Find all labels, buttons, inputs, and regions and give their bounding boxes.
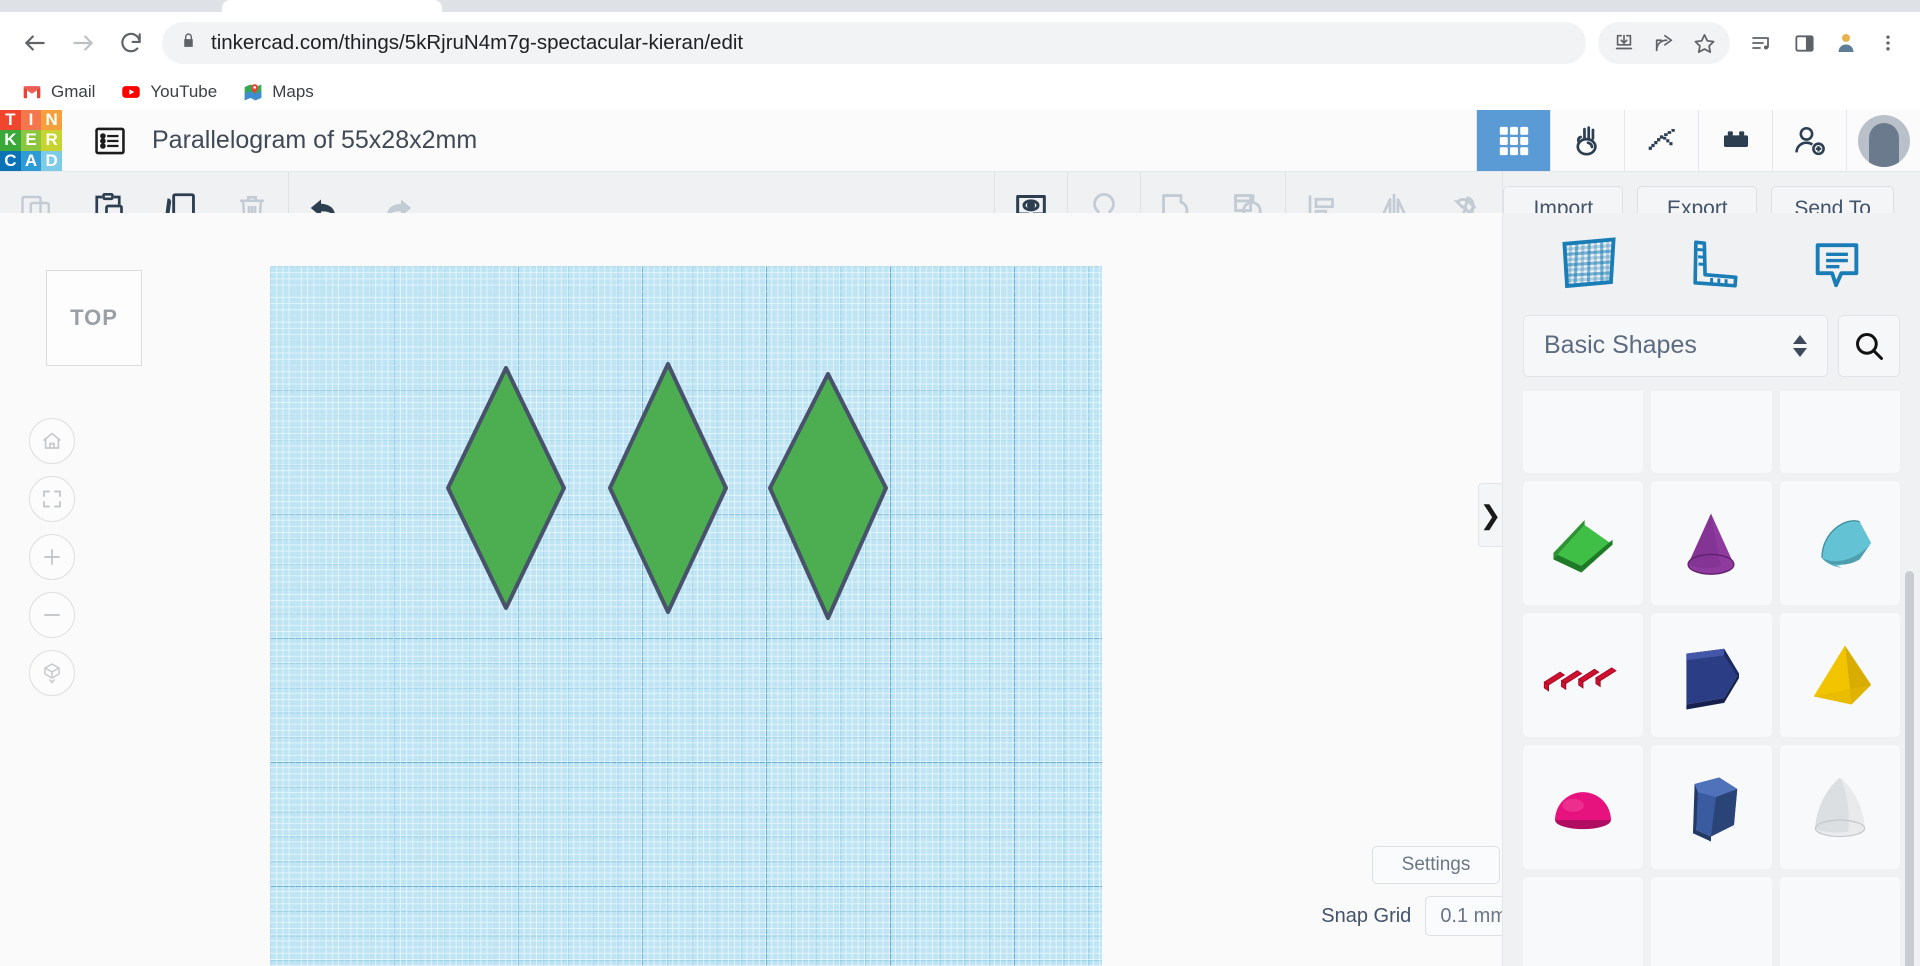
shapes-layer — [270, 266, 1102, 966]
shape-category-value: Basic Shapes — [1544, 331, 1697, 360]
logo-tile-d: D — [41, 151, 62, 172]
shape-tile-hexagonal-prism[interactable] — [1651, 745, 1771, 869]
media-list-icon[interactable] — [1744, 25, 1780, 61]
workplane[interactable]: Workplane — [270, 266, 1102, 966]
logo-tile-k: K — [0, 130, 21, 151]
reload-icon[interactable] — [110, 22, 152, 64]
view-cube-label: TOP — [70, 305, 118, 331]
shape-tile-pyramid[interactable] — [1780, 613, 1900, 737]
note-bubble-icon[interactable] — [1808, 235, 1866, 293]
wedge-icon — [1542, 502, 1624, 584]
logo-tile-a: A — [21, 151, 42, 172]
shape-tile-half-sphere[interactable] — [1523, 745, 1643, 869]
shape-tile[interactable] — [1523, 877, 1643, 966]
parallelogram-3[interactable] — [770, 374, 886, 618]
side-panel-icon[interactable] — [1786, 25, 1822, 61]
paraboloid-icon — [1799, 766, 1881, 848]
cube-flat-icon[interactable] — [29, 650, 75, 696]
shape-library-grid — [1523, 391, 1900, 966]
snap-grid-label: Snap Grid — [1321, 905, 1411, 928]
browser-toolbar: tinkercad.com/things/5kRjruN4m7g-spectac… — [0, 12, 1920, 74]
ruler-icon[interactable] — [1685, 235, 1743, 293]
text-shape-icon — [1540, 645, 1626, 705]
page-title: Parallelogram of 55x28x2mm — [152, 126, 477, 155]
lock-icon — [180, 32, 197, 54]
viewport-nav-controls — [29, 418, 75, 696]
parallelogram-2[interactable] — [610, 364, 726, 612]
shapes-panel: Basic Shapes — [1502, 213, 1920, 966]
bookmark-maps[interactable]: Maps — [243, 82, 314, 102]
polygon-prism-icon — [1670, 634, 1752, 716]
omnibox-actions — [1598, 22, 1730, 64]
shape-tile[interactable] — [1780, 391, 1900, 473]
shape-tile-cone[interactable] — [1651, 481, 1771, 605]
bookmark-label: Gmail — [51, 82, 95, 102]
download-icon[interactable] — [1606, 25, 1642, 61]
shape-tile[interactable] — [1523, 391, 1643, 473]
shape-tile[interactable] — [1651, 391, 1771, 473]
view-cube[interactable]: TOP — [46, 270, 142, 366]
hexagonal-prism-icon — [1670, 766, 1752, 848]
workplane-grid-icon[interactable] — [1558, 233, 1620, 295]
header-tab-blocks[interactable] — [1698, 110, 1772, 171]
shape-tile-text[interactable] — [1523, 613, 1643, 737]
bookmark-youtube[interactable]: YouTube — [121, 82, 217, 102]
logo-tile-r: R — [41, 130, 62, 151]
header-tab-minecraft[interactable] — [1624, 110, 1698, 171]
model-shapes-svg — [270, 266, 1102, 966]
app-header: T I N K E R C A D Parallelogram of 55x28… — [0, 110, 1920, 172]
header-tab-tinker[interactable] — [1476, 110, 1550, 171]
logo-tile-i: I — [21, 110, 42, 131]
logo-tile-c: C — [0, 151, 21, 172]
bookmark-star-icon[interactable] — [1686, 25, 1722, 61]
url-text: tinkercad.com/things/5kRjruN4m7g-spectac… — [211, 31, 743, 55]
shape-tile-polygon-prism[interactable] — [1651, 613, 1771, 737]
logo-tile-n: N — [41, 110, 62, 131]
shape-panel-scrollbar[interactable] — [1905, 571, 1914, 966]
shape-library-scroll[interactable] — [1503, 391, 1920, 966]
header-tab-invite[interactable] — [1772, 110, 1846, 171]
logo-tile-t: T — [0, 110, 21, 131]
bookmark-gmail[interactable]: Gmail — [22, 82, 95, 102]
browser-tab[interactable] — [222, 0, 442, 12]
logo-tile-e: E — [21, 130, 42, 151]
home-icon[interactable] — [29, 418, 75, 464]
shape-category-row: Basic Shapes — [1503, 315, 1920, 391]
shape-tile-paraboloid[interactable] — [1780, 745, 1900, 869]
bookmarks-bar: Gmail YouTube Maps — [0, 74, 1920, 110]
forward-arrow-icon[interactable] — [62, 22, 104, 64]
shape-tile[interactable] — [1780, 877, 1900, 966]
back-arrow-icon[interactable] — [14, 22, 56, 64]
snap-grid-value: 0.1 mm — [1440, 905, 1507, 928]
profile-icon[interactable] — [1828, 25, 1864, 61]
fit-frame-icon[interactable] — [29, 476, 75, 522]
chrome-menu-icon[interactable] — [1870, 25, 1906, 61]
half-cylinder-icon — [1799, 502, 1881, 584]
tinkercad-logo[interactable]: T I N K E R C A D — [0, 110, 62, 172]
plus-icon[interactable] — [29, 534, 75, 580]
half-sphere-icon — [1542, 766, 1624, 848]
shape-tile[interactable] — [1651, 877, 1771, 966]
parallelogram-1[interactable] — [448, 368, 564, 608]
address-bar[interactable]: tinkercad.com/things/5kRjruN4m7g-spectac… — [162, 22, 1586, 64]
chevron-updown-icon — [1793, 335, 1807, 357]
pyramid-icon — [1799, 634, 1881, 716]
panel-tool-icons — [1503, 213, 1920, 315]
shape-tile-wedge[interactable] — [1523, 481, 1643, 605]
minus-icon[interactable] — [29, 592, 75, 638]
header-tab-tinkerplay[interactable] — [1550, 110, 1624, 171]
bookmark-label: YouTube — [150, 82, 217, 102]
cone-icon — [1670, 502, 1752, 584]
search-icon[interactable] — [1838, 315, 1900, 377]
shape-tile-half-cylinder[interactable] — [1780, 481, 1900, 605]
browser-tab-strip[interactable] — [0, 0, 1920, 12]
share-icon[interactable] — [1646, 25, 1682, 61]
settings-button[interactable]: Settings — [1372, 846, 1500, 884]
bookmark-label: Maps — [272, 82, 314, 102]
shape-category-select[interactable]: Basic Shapes — [1523, 315, 1828, 377]
avatar[interactable] — [1846, 110, 1920, 171]
document-list-icon[interactable] — [90, 121, 130, 161]
panel-collapse-toggle[interactable]: ❯ — [1478, 483, 1502, 547]
